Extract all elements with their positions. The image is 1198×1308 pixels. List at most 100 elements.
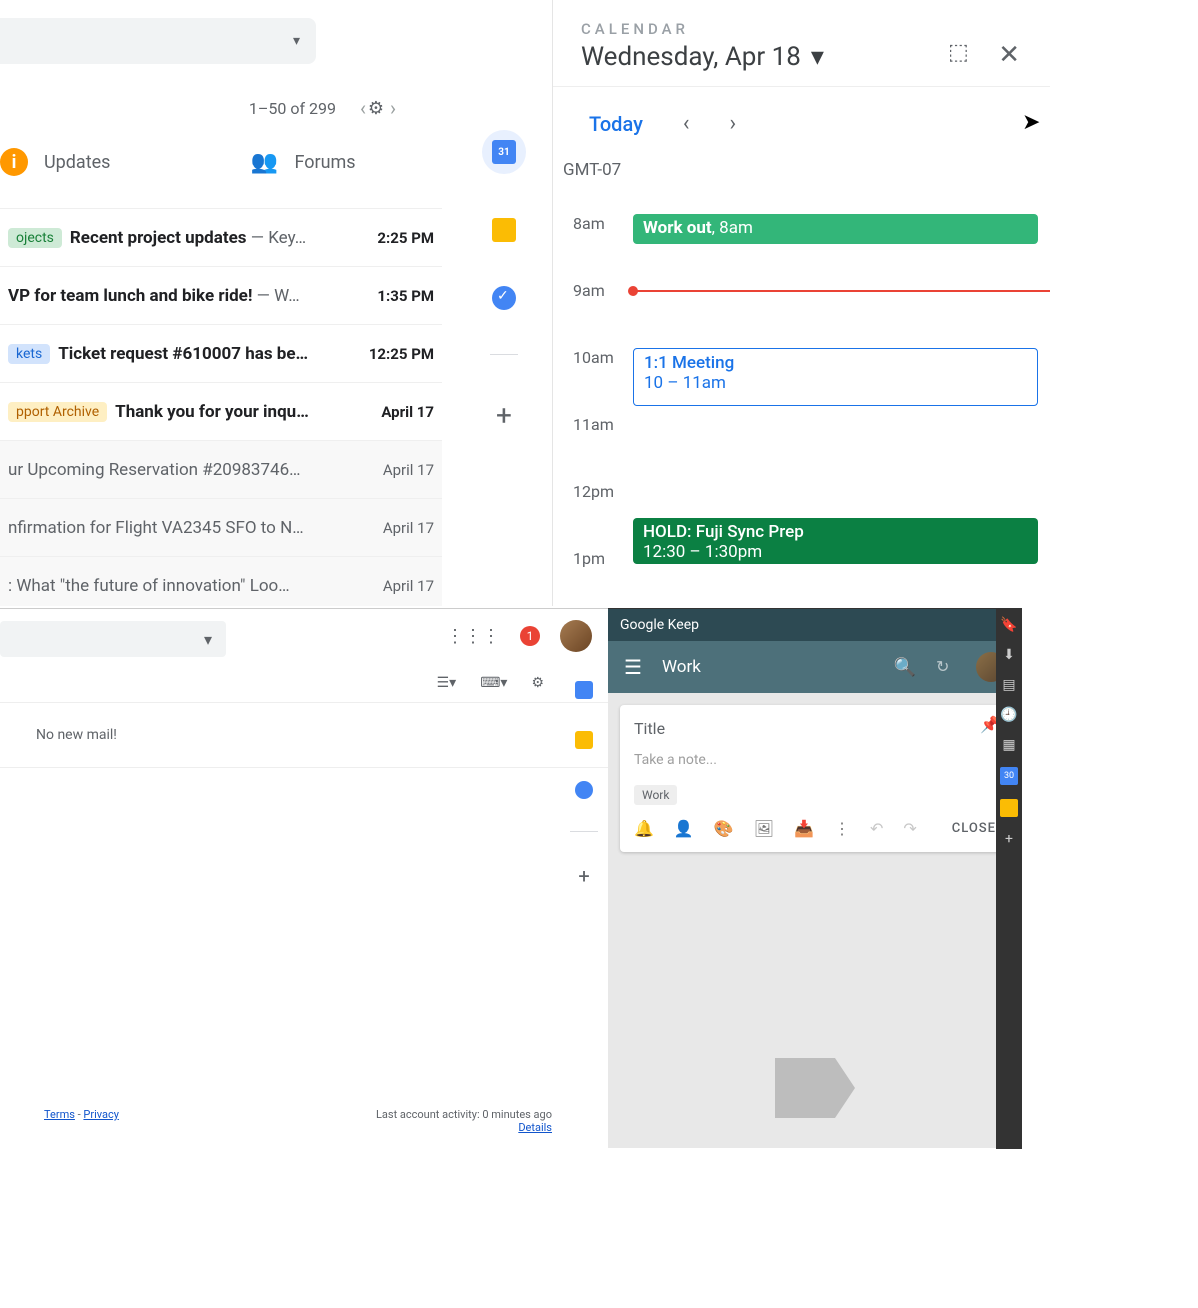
empty-label-icon — [775, 1058, 855, 1118]
current-time-line — [633, 290, 1050, 292]
terms-link[interactable]: Terms — [44, 1108, 75, 1121]
notification-badge[interactable]: 1 — [520, 626, 540, 646]
extension-rail: 🔖 ⬇ ▤ 🕘 ▦ 30 + — [996, 609, 1022, 1149]
message-subject: ur Upcoming Reservation #20983746… — [8, 460, 434, 480]
message-subject: nfirmation for Flight VA2345 SFO to N… — [8, 518, 434, 538]
note-body-input[interactable]: Take a note... — [634, 752, 996, 768]
hour-label: 11am — [573, 415, 614, 434]
keep-icon[interactable] — [575, 731, 593, 749]
undo-icon[interactable]: ↶ — [870, 819, 883, 838]
archive-icon[interactable]: 📥 — [794, 819, 814, 838]
menu-icon[interactable]: ☰ — [624, 655, 642, 679]
message-row[interactable]: VP for team lunch and bike ride! — W…1:3… — [0, 266, 442, 324]
close-button[interactable]: CLOSE — [952, 821, 996, 836]
keep-icon[interactable] — [492, 218, 516, 242]
details-link[interactable]: Details — [518, 1121, 552, 1134]
hour-label: 12pm — [573, 482, 614, 501]
next-page[interactable]: › — [390, 96, 396, 120]
apps-icon[interactable]: ⋮⋮⋮ — [446, 626, 500, 647]
bookmark-icon[interactable]: 🔖 — [1000, 617, 1017, 633]
image-icon[interactable]: 🖼 — [754, 819, 774, 838]
page-count: 1–50 of 299 — [249, 99, 336, 118]
message-row[interactable]: ojectsRecent project updates — Key…2:25 … — [0, 208, 442, 266]
history-icon[interactable]: 🕘 — [1000, 707, 1017, 723]
message-label: ojects — [8, 228, 62, 248]
message-row[interactable]: : What "the future of innovation" Loo…Ap… — [0, 556, 442, 606]
divider — [490, 354, 518, 355]
settings-icon[interactable]: ⚙ — [531, 675, 544, 691]
message-row[interactable]: ketsTicket request #610007 has be…12:25 … — [0, 324, 442, 382]
search-dropdown[interactable]: ▾ — [0, 18, 316, 64]
no-mail-message: No new mail! — [0, 703, 608, 768]
tasks-icon[interactable] — [492, 286, 516, 310]
event-workout[interactable]: Work out, 8am — [633, 214, 1038, 244]
next-day[interactable]: › — [730, 111, 737, 136]
close-icon[interactable]: ✕ — [998, 40, 1020, 70]
keep-icon[interactable] — [1000, 799, 1018, 817]
redo-icon[interactable]: ↷ — [903, 819, 916, 838]
tab-updates[interactable]: i Updates — [0, 148, 110, 176]
density-icon[interactable]: ☰▾ — [437, 675, 457, 691]
message-row[interactable]: pport ArchiveThank you for your inqu…Apr… — [0, 382, 442, 440]
tab-label: Updates — [44, 152, 110, 173]
note-card[interactable]: 📌 Title Take a note... Work 🔔 👤 🎨 🖼 📥 ⋮ … — [620, 705, 1010, 852]
calendar-icon[interactable]: 30 — [1000, 767, 1018, 785]
section-title: Work — [662, 657, 874, 677]
calendar-grid: Work out, 8am 1:1 Meeting10 – 11am HOLD:… — [553, 190, 1050, 560]
tasks-icon[interactable] — [575, 781, 593, 799]
keep-titlebar: Google Keep ⌂ — [608, 609, 1022, 641]
note-tag[interactable]: Work — [634, 785, 677, 805]
add-icon[interactable]: + — [578, 864, 589, 888]
avatar[interactable] — [560, 620, 592, 652]
message-time: April 17 — [381, 403, 434, 421]
message-time: April 17 — [383, 461, 434, 479]
dropdown-icon: ▾ — [811, 42, 824, 72]
today-button[interactable]: Today — [589, 112, 643, 136]
calendar-panel: CALENDAR Wednesday, Apr 18▾ ⬚ ✕ Today ‹ … — [552, 0, 1050, 606]
mini-side-icons: + — [568, 681, 600, 888]
divider — [570, 831, 598, 832]
category-tabs: i Updates 👥 Forums — [0, 148, 356, 176]
calendar-icon[interactable]: 31 — [482, 130, 526, 174]
calendar-title: CALENDAR — [581, 20, 1022, 38]
note-toolbar: 🔔 👤 🎨 🖼 📥 ⋮ ↶ ↷ CLOSE — [634, 819, 996, 838]
prev-page[interactable]: ‹ — [360, 96, 366, 120]
toolbar: ☰▾ ⌨▾ ⚙ — [0, 663, 608, 703]
refresh-icon[interactable]: ↻ — [936, 657, 956, 677]
activity-text: Last account activity: 0 minutes ago — [376, 1108, 552, 1121]
settings-icon[interactable]: ⚙ — [368, 98, 384, 119]
event-hold[interactable]: HOLD: Fuji Sync Prep12:30 – 1:30pm — [633, 518, 1038, 564]
more-icon[interactable]: ⋮ — [834, 819, 850, 838]
forums-icon: 👥 — [250, 148, 278, 176]
download-icon[interactable]: ⬇ — [1003, 647, 1015, 663]
privacy-link[interactable]: Privacy — [83, 1108, 119, 1121]
message-label: pport Archive — [8, 402, 107, 422]
open-external-icon[interactable]: ⬚ — [948, 40, 974, 66]
message-label: kets — [8, 344, 50, 364]
input-icon[interactable]: ⌨▾ — [480, 675, 507, 691]
message-time: 2:25 PM — [377, 229, 434, 247]
hour-label: 8am — [573, 214, 605, 233]
tab-label: Forums — [294, 152, 355, 173]
message-subject: : What "the future of innovation" Loo… — [8, 576, 434, 596]
tab-forums[interactable]: 👥 Forums — [250, 148, 355, 176]
note-icon[interactable]: ▤ — [1002, 677, 1015, 693]
message-subject: VP for team lunch and bike ride! — W… — [8, 286, 434, 306]
add-icon[interactable]: + — [1005, 831, 1013, 847]
side-panel-icons: 31 + — [472, 130, 536, 432]
message-row[interactable]: ur Upcoming Reservation #20983746…April … — [0, 440, 442, 498]
note-title-input[interactable]: Title — [634, 719, 996, 738]
message-row[interactable]: nfirmation for Flight VA2345 SFO to N…Ap… — [0, 498, 442, 556]
reminder-icon[interactable]: 🔔 — [634, 819, 654, 838]
prev-day[interactable]: ‹ — [683, 111, 690, 136]
calendar-icon[interactable] — [575, 681, 593, 699]
timezone-label: GMT-07 — [553, 146, 1050, 180]
search-icon[interactable]: 🔍 — [894, 657, 916, 678]
palette-icon[interactable]: 🎨 — [714, 819, 734, 838]
search-dropdown[interactable]: ▾ — [0, 621, 226, 657]
message-time: April 17 — [383, 519, 434, 537]
video-icon[interactable]: ▦ — [1002, 737, 1015, 753]
event-meeting[interactable]: 1:1 Meeting10 – 11am — [633, 348, 1038, 406]
collaborator-icon[interactable]: 👤 — [674, 819, 694, 838]
add-icon[interactable]: + — [496, 399, 512, 432]
